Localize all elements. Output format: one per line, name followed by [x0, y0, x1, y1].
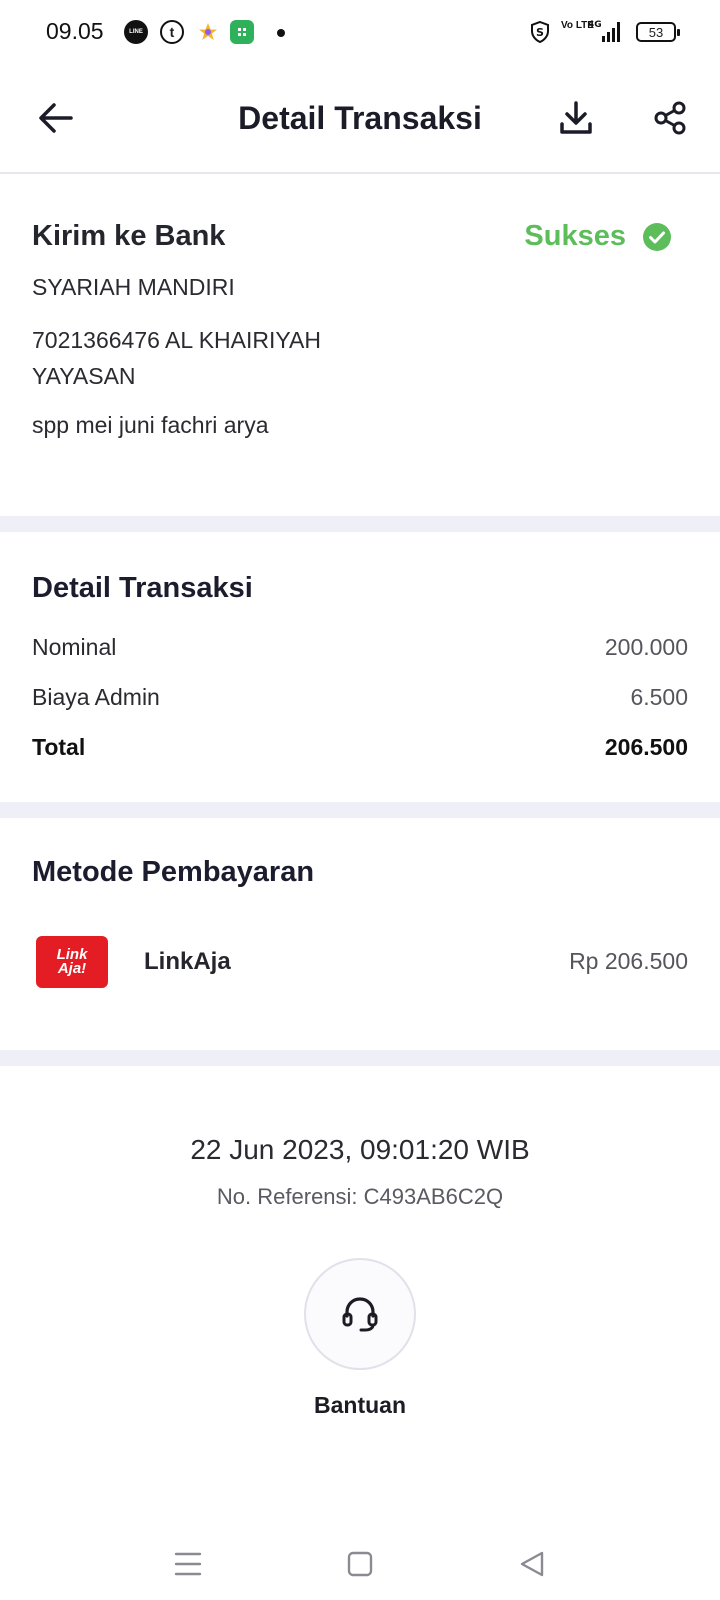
help-label: Bantuan — [314, 1392, 406, 1418]
reference-number: No. Referensi: C493AB6C2Q — [216, 1184, 504, 1209]
detail-value: 206.500 — [604, 734, 688, 760]
section-divider — [0, 802, 720, 818]
share-button[interactable] — [646, 94, 694, 142]
square-icon — [347, 1551, 373, 1577]
notification-dot-icon — [277, 29, 285, 37]
status-bar: 09.05 LINE t S Vo LTE 4G 53 — [0, 0, 720, 64]
bank-name: SYARIAH MANDIRI — [32, 274, 235, 300]
menu-icon — [174, 1552, 202, 1576]
triangle-back-icon — [520, 1551, 544, 1577]
recent-apps-button[interactable] — [168, 1544, 208, 1584]
details-title: Detail Transaksi — [32, 572, 253, 604]
payment-method-title: Metode Pembayaran — [32, 856, 315, 888]
app-header: Detail Transaksi — [0, 64, 720, 174]
payment-amount: Rp 206.500 — [569, 948, 688, 974]
detail-row-total: Total 206.500 — [32, 734, 688, 761]
line-app-icon: LINE — [124, 20, 148, 44]
headset-icon — [342, 1297, 378, 1332]
recipient-section: Kirim ke Bank Sukses SYARIAH MANDIRI 702… — [0, 176, 720, 516]
transfer-type-title: Kirim ke Bank — [32, 220, 226, 252]
star-app-icon — [196, 20, 220, 44]
detail-value: 6.500 — [630, 684, 688, 710]
status-time: 09.05 — [46, 18, 104, 44]
signal-icon: 4G — [588, 18, 622, 44]
detail-row-admin-fee: Biaya Admin 6.500 — [32, 684, 688, 711]
account-info: 7021366476 AL KHAIRIYAH YAYASAN — [32, 327, 321, 389]
page-title: Detail Transaksi — [238, 100, 482, 136]
svg-text:S: S — [536, 26, 544, 39]
system-nav-bar — [0, 1530, 720, 1600]
status-text: Sukses — [524, 220, 626, 252]
check-circle-icon — [643, 222, 671, 251]
home-button[interactable] — [340, 1544, 380, 1584]
payment-method-section: Metode Pembayaran Link Aja! LinkAja Rp 2… — [0, 818, 720, 1050]
battery-indicator: 53 — [636, 22, 680, 42]
shield-icon: S — [528, 20, 552, 44]
transaction-datetime: 22 Jun 2023, 09:01:20 WIB — [190, 1134, 530, 1165]
share-icon — [654, 101, 686, 135]
detail-value: 200.000 — [604, 634, 688, 660]
detail-label: Biaya Admin — [32, 684, 160, 710]
payment-method-name: LinkAja — [144, 948, 231, 975]
download-button[interactable] — [552, 94, 600, 142]
section-divider — [0, 516, 720, 532]
detail-label: Nominal — [32, 634, 117, 660]
transaction-details-section: Detail Transaksi Nominal 200.000 Biaya A… — [0, 532, 720, 802]
transfer-note: spp mei juni fachri arya — [32, 412, 269, 438]
help-button[interactable] — [304, 1258, 416, 1370]
t-app-icon: t — [160, 20, 184, 44]
detail-row-nominal: Nominal 200.000 — [32, 634, 688, 661]
green-app-icon — [230, 20, 254, 44]
section-divider — [0, 1050, 720, 1066]
detail-label: Total — [32, 734, 86, 760]
linkaja-logo: Link Aja! — [36, 936, 108, 988]
svg-text:4G: 4G — [588, 20, 602, 30]
system-back-button[interactable] — [512, 1544, 552, 1584]
download-icon — [560, 101, 592, 134]
status-badge: Sukses — [524, 220, 672, 253]
